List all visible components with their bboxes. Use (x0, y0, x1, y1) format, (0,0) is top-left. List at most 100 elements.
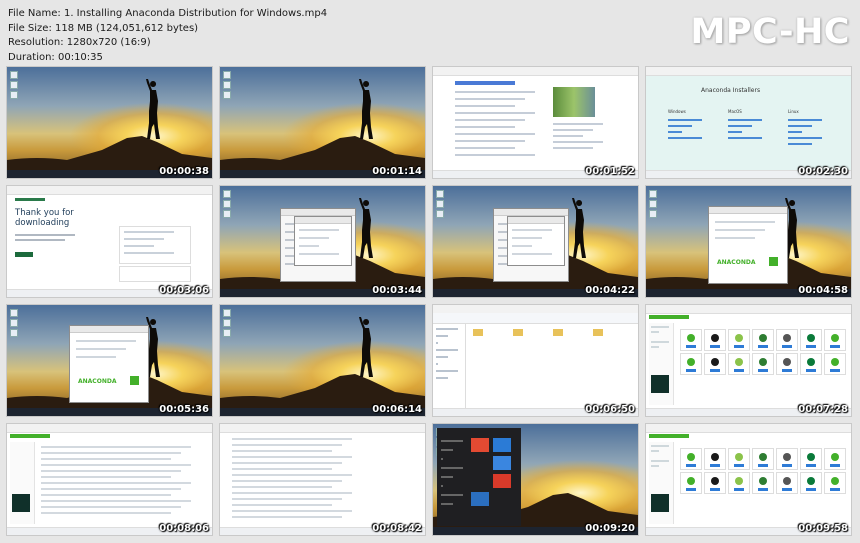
desktop-icon[interactable] (223, 91, 231, 99)
promo-tile[interactable] (651, 375, 669, 393)
video-thumbnail[interactable]: 00:03:44 (220, 186, 425, 297)
tile-blue[interactable] (471, 492, 489, 506)
app-card[interactable] (800, 353, 822, 375)
desktop-icon[interactable] (223, 190, 231, 198)
video-thumbnail[interactable]: 00:06:50 (433, 305, 638, 416)
desktop-icon[interactable] (223, 200, 231, 208)
app-card[interactable] (704, 329, 726, 351)
launch-button[interactable] (758, 488, 768, 491)
video-thumbnail[interactable]: 00:06:14 (220, 305, 425, 416)
tile-blue[interactable] (493, 438, 511, 452)
video-thumbnail[interactable]: 00:08:06 (7, 424, 212, 535)
launch-button[interactable] (710, 488, 720, 491)
folder-icon[interactable] (593, 329, 603, 336)
video-thumbnail[interactable]: 00:01:14 (220, 67, 425, 178)
launch-button[interactable] (734, 345, 744, 348)
launch-button[interactable] (782, 345, 792, 348)
tile-check[interactable] (493, 456, 511, 470)
continue-button[interactable] (15, 252, 33, 257)
launch-button[interactable] (782, 464, 792, 467)
launch-button[interactable] (734, 488, 744, 491)
app-card[interactable] (752, 353, 774, 375)
launch-button[interactable] (758, 369, 768, 372)
desktop-icon[interactable] (436, 210, 444, 218)
app-card[interactable] (776, 448, 798, 470)
desktop-icon[interactable] (223, 71, 231, 79)
app-card[interactable] (776, 472, 798, 494)
folder-icon[interactable] (513, 329, 523, 336)
promo-tile[interactable] (651, 494, 669, 512)
desktop-icon[interactable] (649, 200, 657, 208)
app-card[interactable] (824, 448, 846, 470)
launch-button[interactable] (710, 464, 720, 467)
launch-button[interactable] (806, 369, 816, 372)
desktop-icon[interactable] (223, 329, 231, 337)
desktop-icon[interactable] (649, 210, 657, 218)
desktop-icon[interactable] (436, 200, 444, 208)
video-thumbnail[interactable]: 00:08:42 (220, 424, 425, 535)
video-thumbnail[interactable]: 00:01:52 (433, 67, 638, 178)
video-thumbnail[interactable]: 00:09:20 (433, 424, 638, 535)
app-card[interactable] (800, 448, 822, 470)
desktop-icon[interactable] (223, 81, 231, 89)
launch-button[interactable] (758, 345, 768, 348)
launch-button[interactable] (686, 345, 696, 348)
launch-button[interactable] (806, 464, 816, 467)
app-card[interactable] (704, 353, 726, 375)
desktop-icon[interactable] (223, 309, 231, 317)
app-card[interactable] (728, 353, 750, 375)
app-card[interactable] (728, 329, 750, 351)
app-card[interactable] (800, 329, 822, 351)
search-box[interactable] (455, 81, 515, 85)
launch-button[interactable] (758, 464, 768, 467)
video-thumbnail[interactable]: ANACONDA 00:04:58 (646, 186, 851, 297)
launch-button[interactable] (830, 369, 840, 372)
app-card[interactable] (704, 472, 726, 494)
app-card[interactable] (752, 448, 774, 470)
video-thumbnail[interactable]: 00:00:38 (7, 67, 212, 178)
app-card[interactable] (728, 448, 750, 470)
installer-window[interactable]: ANACONDA (708, 206, 788, 284)
installer-window[interactable]: ANACONDA (69, 325, 149, 403)
desktop-icon[interactable] (10, 91, 18, 99)
launch-button[interactable] (686, 464, 696, 467)
video-thumbnail[interactable]: 00:07:28 (646, 305, 851, 416)
launch-button[interactable] (782, 369, 792, 372)
app-card[interactable] (752, 329, 774, 351)
desktop-icon[interactable] (223, 210, 231, 218)
browser-toolbar[interactable] (646, 424, 851, 433)
app-card[interactable] (776, 329, 798, 351)
desktop-icon[interactable] (10, 309, 18, 317)
browser-toolbar[interactable] (433, 67, 638, 76)
desktop-icon[interactable] (10, 81, 18, 89)
app-card[interactable] (704, 448, 726, 470)
video-thumbnail[interactable]: 00:09:58 (646, 424, 851, 535)
folder-icon[interactable] (553, 329, 563, 336)
app-card[interactable] (824, 329, 846, 351)
desktop-icon[interactable] (10, 71, 18, 79)
launch-button[interactable] (782, 488, 792, 491)
launch-button[interactable] (734, 369, 744, 372)
desktop-icon[interactable] (10, 329, 18, 337)
launch-button[interactable] (686, 369, 696, 372)
tile-red[interactable] (471, 438, 489, 452)
app-card[interactable] (680, 329, 702, 351)
video-thumbnail[interactable]: 00:04:22 (433, 186, 638, 297)
installer-window[interactable] (507, 216, 565, 266)
browser-toolbar[interactable] (646, 67, 851, 76)
browser-toolbar[interactable] (646, 305, 851, 314)
video-thumbnail[interactable]: Anaconda Installers Windows MacOS Linux … (646, 67, 851, 178)
desktop-icon[interactable] (649, 190, 657, 198)
folder-icon[interactable] (473, 329, 483, 336)
tile-red[interactable] (493, 474, 511, 488)
app-card[interactable] (824, 353, 846, 375)
desktop-icon[interactable] (10, 319, 18, 327)
video-thumbnail[interactable]: ANACONDA 00:05:36 (7, 305, 212, 416)
ribbon[interactable] (433, 313, 638, 324)
desktop-icon[interactable] (223, 319, 231, 327)
launch-button[interactable] (734, 464, 744, 467)
app-card[interactable] (728, 472, 750, 494)
launch-button[interactable] (830, 488, 840, 491)
launch-button[interactable] (806, 345, 816, 348)
browser-toolbar[interactable] (7, 424, 212, 433)
